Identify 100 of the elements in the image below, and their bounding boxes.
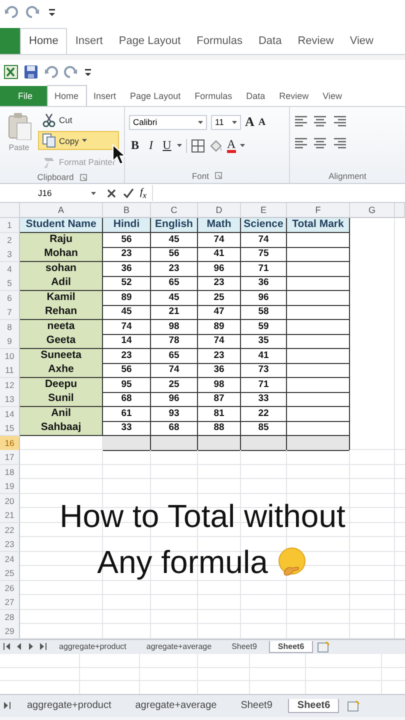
nav-right-icon[interactable] xyxy=(3,701,11,710)
sheet-tab[interactable]: Sheet6 xyxy=(288,698,340,712)
ribbon-button[interactable]: Copy xyxy=(38,131,120,150)
row-header[interactable]: 17 xyxy=(0,450,20,465)
row-header[interactable]: 25 xyxy=(0,566,20,581)
grow-font-button[interactable]: A xyxy=(245,114,254,130)
font-name-field[interactable]: Calibri xyxy=(129,114,207,130)
ribbon-tab[interactable]: Formulas xyxy=(188,35,250,54)
row-header[interactable]: 29 xyxy=(0,624,20,639)
save-icon[interactable] xyxy=(24,65,38,79)
row-header[interactable]: 18 xyxy=(0,464,20,480)
row-header[interactable]: 13 xyxy=(0,392,20,407)
nav-right-icon[interactable] xyxy=(27,642,35,651)
table-cell: neeta xyxy=(20,320,103,334)
new-sheet-icon[interactable] xyxy=(347,700,360,712)
row-header[interactable]: 27 xyxy=(0,595,20,610)
align-icon[interactable] xyxy=(294,114,308,128)
undo-icon[interactable] xyxy=(44,65,58,79)
redo-icon[interactable] xyxy=(26,5,40,19)
caret-icon xyxy=(240,144,245,147)
emoji-icon xyxy=(276,546,308,578)
align-icon[interactable] xyxy=(332,114,346,128)
row-header[interactable]: 6 xyxy=(0,290,20,306)
sheet-tab[interactable]: Sheet9 xyxy=(224,641,265,652)
cancel-icon[interactable] xyxy=(106,188,117,198)
row-header[interactable]: 24 xyxy=(0,552,20,566)
nav-right-icon[interactable] xyxy=(39,642,47,651)
align-icon[interactable] xyxy=(313,136,327,150)
caret-icon xyxy=(91,192,96,194)
row-header[interactable]: 14 xyxy=(0,406,20,422)
launcher-icon[interactable] xyxy=(80,174,87,180)
ribbon-tab[interactable]: Page Layout xyxy=(110,35,189,54)
row-header[interactable]: 16 xyxy=(0,436,20,450)
nav-left-icon[interactable] xyxy=(3,642,11,651)
underline-button[interactable]: U xyxy=(161,138,173,153)
shrink-font-button[interactable]: A xyxy=(258,116,266,128)
bold-button[interactable]: B xyxy=(129,138,141,153)
ribbon-tab[interactable]: Insert xyxy=(67,35,111,54)
paste-button[interactable]: Paste xyxy=(4,110,34,171)
border-icon[interactable] xyxy=(191,138,205,152)
spreadsheet-icon[interactable] xyxy=(4,65,18,79)
launcher-icon[interactable] xyxy=(215,172,222,179)
row-header[interactable]: 4 xyxy=(0,262,20,276)
sheet-tab[interactable]: aggregate+product xyxy=(19,699,120,712)
ribbon-tab[interactable]: Home xyxy=(20,28,68,54)
align-icon[interactable] xyxy=(294,136,308,150)
table-cell: Sahbaaj xyxy=(20,421,103,436)
fill-color-icon[interactable] xyxy=(209,138,223,152)
ribbon-tab[interactable]: View xyxy=(316,91,349,106)
sheet-tab[interactable]: Sheet9 xyxy=(232,699,280,712)
row-header[interactable]: 11 xyxy=(0,363,20,378)
row-header[interactable]: 23 xyxy=(0,537,20,552)
ribbon-tab[interactable]: Insert xyxy=(86,91,124,106)
ribbon-tab[interactable]: View xyxy=(342,35,382,54)
align-icon[interactable] xyxy=(332,136,346,150)
sheet-tab[interactable]: Sheet6 xyxy=(268,640,314,652)
row-header[interactable]: 9 xyxy=(0,334,20,349)
ribbon-tab[interactable]: Review xyxy=(290,35,342,54)
italic-button[interactable]: I xyxy=(145,138,157,153)
name-box[interactable]: J16 xyxy=(0,185,100,201)
ribbon-tab[interactable]: Review xyxy=(272,91,316,106)
align-icon[interactable] xyxy=(313,114,327,128)
row-header[interactable]: 2 xyxy=(0,232,20,248)
undo-icon[interactable] xyxy=(4,5,18,19)
customize-icon[interactable] xyxy=(48,7,56,17)
sheet-tab[interactable]: agregate+average xyxy=(127,699,225,712)
ribbon-tab[interactable]: Home xyxy=(46,85,87,106)
row-header[interactable]: 22 xyxy=(0,522,20,538)
sheet-tab[interactable]: agregate+average xyxy=(138,641,220,652)
ribbon-tab[interactable]: Data xyxy=(250,35,290,54)
row-header[interactable]: 10 xyxy=(0,348,20,364)
row-header[interactable]: 26 xyxy=(0,580,20,596)
insert-function-button[interactable]: f$_{x}$ xyxy=(140,186,146,200)
sheet-tab[interactable]: aggregate+product xyxy=(51,641,134,652)
row-header[interactable]: 1 xyxy=(0,218,20,233)
row-header[interactable]: 15 xyxy=(0,421,20,436)
font-color-button[interactable]: A xyxy=(227,138,236,153)
table-cell: Mohan xyxy=(20,247,103,262)
new-sheet-icon[interactable] xyxy=(317,640,330,652)
ribbon-tab[interactable]: Data xyxy=(239,91,272,106)
customize-icon[interactable] xyxy=(84,67,92,77)
row-header[interactable]: 28 xyxy=(0,610,20,624)
file-tab[interactable]: File xyxy=(0,86,47,106)
table-cell: Student Name xyxy=(20,218,103,233)
row-header[interactable]: 21 xyxy=(0,508,20,523)
row-header[interactable]: 7 xyxy=(0,305,20,320)
row-header[interactable]: 12 xyxy=(0,378,20,392)
row-header[interactable]: 19 xyxy=(0,479,20,494)
redo-icon[interactable] xyxy=(64,65,78,79)
font-size-field[interactable]: 11 xyxy=(211,114,241,130)
row-header[interactable]: 8 xyxy=(0,320,20,334)
check-icon[interactable] xyxy=(123,188,134,198)
row-header[interactable]: 3 xyxy=(0,247,20,262)
ribbon-button[interactable]: Cut xyxy=(38,110,120,129)
row-header[interactable]: 5 xyxy=(0,276,20,291)
table-cell: Math xyxy=(198,218,241,233)
nav-left-icon[interactable] xyxy=(15,642,23,651)
row-header[interactable]: 20 xyxy=(0,494,20,508)
ribbon-tab[interactable]: Page Layout xyxy=(123,91,188,106)
ribbon-tab[interactable]: Formulas xyxy=(188,91,240,106)
